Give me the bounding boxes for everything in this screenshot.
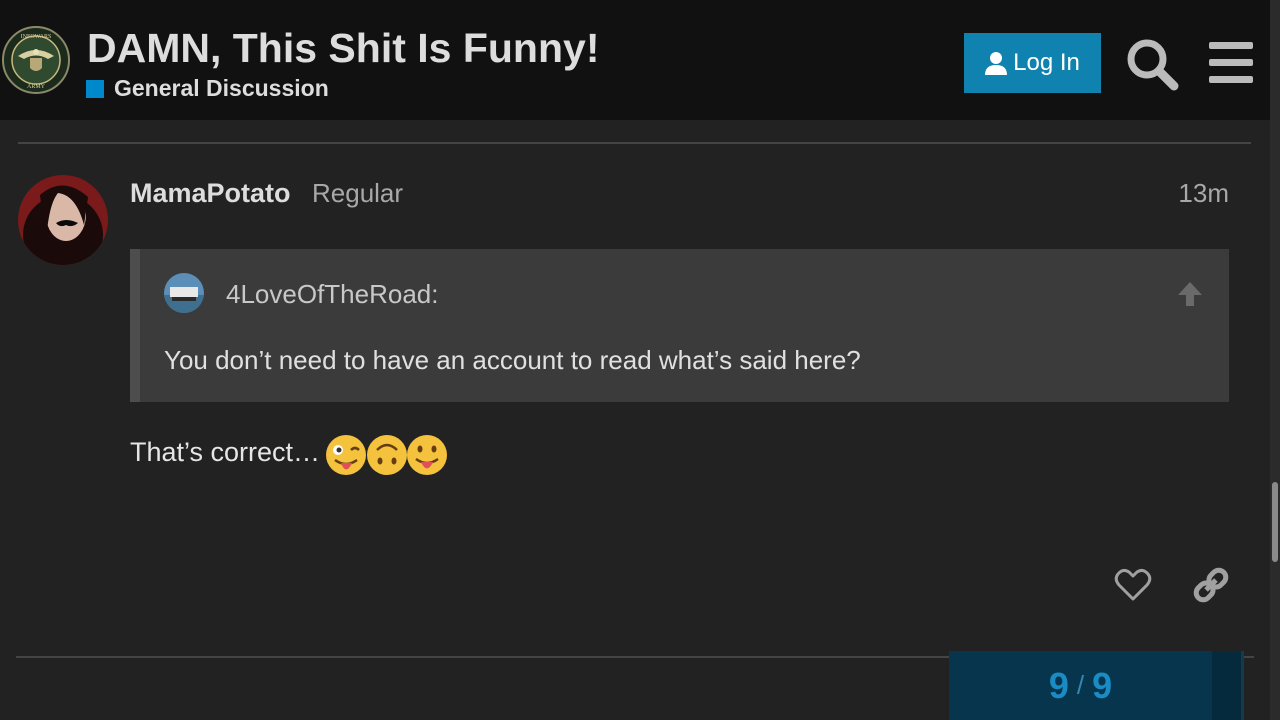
svg-text:INFOWARS: INFOWARS bbox=[21, 34, 52, 40]
login-button[interactable]: Log In bbox=[964, 33, 1101, 93]
category-label: General Discussion bbox=[114, 75, 329, 101]
progress-current: 9 bbox=[1048, 664, 1069, 706]
user-title: Regular bbox=[312, 178, 404, 208]
quote-text: You don’t need to have an account to rea… bbox=[164, 345, 861, 375]
svg-text:ARMY: ARMY bbox=[27, 84, 46, 90]
quote-block: 4LoveOfTheRoad: You don’t need to have a… bbox=[130, 249, 1229, 402]
category-color-square bbox=[86, 79, 104, 98]
quoted-user-avatar bbox=[164, 273, 204, 313]
category-badge[interactable]: General Discussion bbox=[86, 75, 329, 102]
post-divider-top bbox=[18, 142, 1251, 144]
scrollbar-thumb[interactable] bbox=[1272, 482, 1278, 562]
user-avatar[interactable] bbox=[18, 175, 108, 265]
heart-icon[interactable] bbox=[1113, 565, 1153, 605]
search-icon[interactable] bbox=[1124, 36, 1180, 92]
upside-down-face-emoji-icon bbox=[367, 435, 407, 475]
post-date[interactable]: 13m bbox=[1178, 178, 1229, 209]
winking-tongue-emoji-icon bbox=[326, 435, 366, 475]
site-logo[interactable]: INFOWARS ARMY bbox=[2, 26, 70, 94]
link-icon[interactable] bbox=[1191, 565, 1231, 605]
post-body-text: That’s correct… bbox=[130, 437, 321, 467]
hamburger-menu-icon[interactable] bbox=[1205, 38, 1257, 88]
topic-title[interactable]: DAMN, This Shit Is Funny! bbox=[87, 25, 599, 72]
progress-total: 9 bbox=[1092, 664, 1113, 706]
scrollbar-track[interactable] bbox=[1270, 0, 1280, 720]
quoted-username: 4LoveOfTheRoad: bbox=[226, 279, 439, 309]
user-icon bbox=[985, 52, 1008, 75]
login-label: Log In bbox=[1013, 49, 1080, 76]
post-username[interactable]: MamaPotato bbox=[130, 178, 291, 209]
progress-separator: / bbox=[1076, 670, 1085, 700]
timeline-progress-edge bbox=[1212, 651, 1244, 720]
arrow-up-icon[interactable] bbox=[1175, 279, 1205, 309]
stuck-out-tongue-emoji-icon bbox=[407, 435, 447, 475]
site-header: INFOWARS ARMY DAMN, This Shit Is Funny! … bbox=[0, 0, 1270, 120]
timeline-progress[interactable]: 9 / 9 bbox=[949, 651, 1212, 720]
